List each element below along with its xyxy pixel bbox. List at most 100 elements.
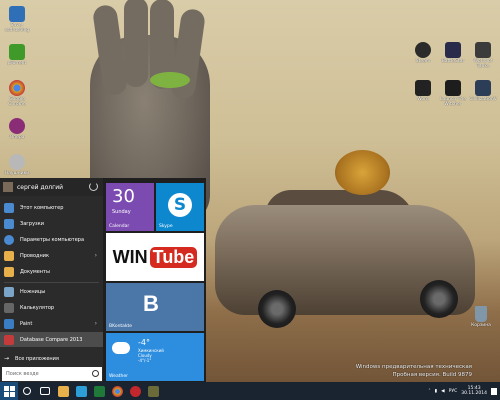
menu-item-paint[interactable]: Paint ›: [0, 316, 103, 331]
tile-wintube[interactable]: WIN Tube: [106, 233, 204, 281]
search-input[interactable]: Поиск везде: [2, 367, 102, 381]
notifications-icon[interactable]: [491, 387, 497, 395]
menu-item-explorer[interactable]: Проводник ›: [0, 248, 103, 263]
chevron-right-icon[interactable]: ›: [95, 320, 97, 327]
weather-range: -4°/-1°: [138, 357, 152, 363]
menu-item-snipping-tool[interactable]: Ножницы: [0, 284, 103, 299]
wallpaper-car-wheel: [258, 290, 296, 328]
tile-label: Skype: [159, 224, 173, 229]
taskbar-excel[interactable]: [90, 382, 108, 400]
divider: [4, 282, 99, 283]
chevron-right-icon[interactable]: ›: [95, 252, 97, 259]
calendar-day: Sunday: [112, 209, 131, 215]
civilization-icon: [475, 80, 491, 96]
desktop-icon[interactable]: CivilizationV: [468, 80, 498, 103]
tile-label: Calendar: [109, 224, 130, 229]
skype-icon: S: [168, 193, 192, 217]
search-icon: [92, 370, 99, 377]
database-icon: [4, 334, 14, 345]
tanks-icon: [475, 42, 491, 58]
menu-item-label: Этот компьютер: [20, 204, 64, 211]
desktop-icon-label: BattleStar: [441, 59, 465, 64]
network-icon[interactable]: ▮: [435, 389, 437, 394]
tanks-icon: [147, 385, 159, 397]
desktop-icon[interactable]: Save-ssdrushing: [2, 6, 32, 34]
folder-icon: [57, 385, 69, 397]
desktop-icon[interactable]: Steam: [408, 42, 438, 65]
tile-vkontakte[interactable]: B BKontakte: [106, 283, 204, 331]
desktop-icon-label: World of Tanks: [473, 59, 493, 69]
weather-details: Химкинский Cloudy -4°/-1°: [138, 348, 198, 363]
desktop-icon-label: Корзина: [471, 323, 491, 328]
tile-calendar[interactable]: 30 Sunday Calendar: [106, 183, 154, 231]
taskbar-clock[interactable]: 15:43 30.11.2014: [461, 386, 487, 397]
wallpaper-pineapple: [335, 150, 390, 195]
taskbar-task-view[interactable]: [36, 382, 54, 400]
menu-item-label: Загрузки: [20, 220, 44, 227]
opera-icon: [129, 385, 141, 397]
desktop-icon[interactable]: Launch The Witcher: [438, 80, 468, 108]
desktop-icon[interactable]: Word: [408, 80, 438, 103]
watermark-line: Windows предварительная техническая: [355, 364, 472, 370]
user-account[interactable]: сергей долгий: [0, 178, 103, 196]
menu-item-calculator[interactable]: Калькулятор: [0, 300, 103, 315]
word-icon: [415, 80, 431, 96]
desktop-icon[interactable]: µTorrent: [2, 44, 32, 67]
menu-item-label: Документы: [20, 268, 50, 275]
tile-label: Weather: [109, 374, 128, 379]
store-icon: [75, 385, 87, 397]
wallpaper-parrot: [150, 72, 190, 88]
desktop-icon[interactable]: BattleStar: [438, 42, 468, 65]
search-placeholder: Поиск везде: [6, 371, 39, 377]
vk-icon: B: [143, 291, 159, 316]
menu-item-pc-settings[interactable]: Параметры компьютера: [0, 232, 103, 247]
menu-item-label: Ножницы: [20, 288, 46, 295]
chrome-icon: [9, 80, 25, 96]
wintube-logo-tube: Tube: [149, 246, 198, 268]
all-apps-button[interactable]: → Все приложения: [0, 351, 103, 366]
wallpaper-old-car: [215, 205, 475, 315]
desktop-icon[interactable]: Google Chrome: [2, 80, 32, 108]
taskbar-store[interactable]: [72, 382, 90, 400]
weather-temperature: -4°: [138, 338, 150, 347]
desktop-icon-label: CivilizationV: [469, 97, 497, 102]
taskbar-search-button[interactable]: [18, 382, 36, 400]
tile-label: BKontakte: [109, 324, 133, 329]
chevron-up-icon[interactable]: ˄: [428, 389, 430, 394]
desktop-icon-label: Опера: [9, 135, 25, 140]
menu-item-this-pc[interactable]: Этот компьютер: [0, 200, 103, 215]
watermark-line: Пробная версия. Build 9879: [392, 371, 472, 378]
avatar: [3, 182, 13, 192]
excel-icon: [93, 385, 105, 397]
menu-item-database-compare[interactable]: Database Compare 2013: [0, 332, 103, 347]
headphones-icon: [9, 154, 25, 170]
desktop-icon[interactable]: World of Tanks: [468, 42, 498, 70]
taskbar-chrome[interactable]: [108, 382, 126, 400]
all-apps-label: Все приложения: [15, 355, 59, 362]
taskbar-world-of-tanks[interactable]: [144, 382, 162, 400]
utorrent-icon: [9, 44, 25, 60]
windows-logo-icon: [3, 385, 15, 397]
desktop-icon[interactable]: Опера: [2, 118, 32, 141]
menu-item-label: Проводник: [20, 252, 49, 259]
clock-date: 30.11.2014: [461, 391, 487, 396]
taskbar-opera[interactable]: [126, 382, 144, 400]
desktop-icon-label: Save-ssdrushing: [4, 23, 30, 33]
menu-item-downloads[interactable]: Загрузки: [0, 216, 103, 231]
wintube-logo-win: WIN: [112, 246, 148, 267]
desktop-icon[interactable]: Корзина: [466, 306, 496, 329]
volume-icon[interactable]: ◀: [441, 389, 444, 394]
desktop-icon[interactable]: Наушники: [2, 154, 32, 177]
recycle-bin-icon: [475, 306, 487, 322]
arrow-right-icon: →: [4, 355, 10, 362]
menu-item-documents[interactable]: Документы: [0, 264, 103, 279]
star-icon: [445, 42, 461, 58]
search-icon: [23, 387, 31, 395]
tile-skype[interactable]: S Skype: [156, 183, 204, 231]
language-indicator[interactable]: РУС: [449, 389, 458, 394]
desktop-icon-label: Наушники: [4, 171, 30, 176]
start-button[interactable]: [0, 382, 18, 400]
tile-weather[interactable]: -4° Химкинский Cloudy -4°/-1° Weather: [106, 333, 204, 381]
taskbar-explorer[interactable]: [54, 382, 72, 400]
power-icon[interactable]: [89, 182, 98, 191]
